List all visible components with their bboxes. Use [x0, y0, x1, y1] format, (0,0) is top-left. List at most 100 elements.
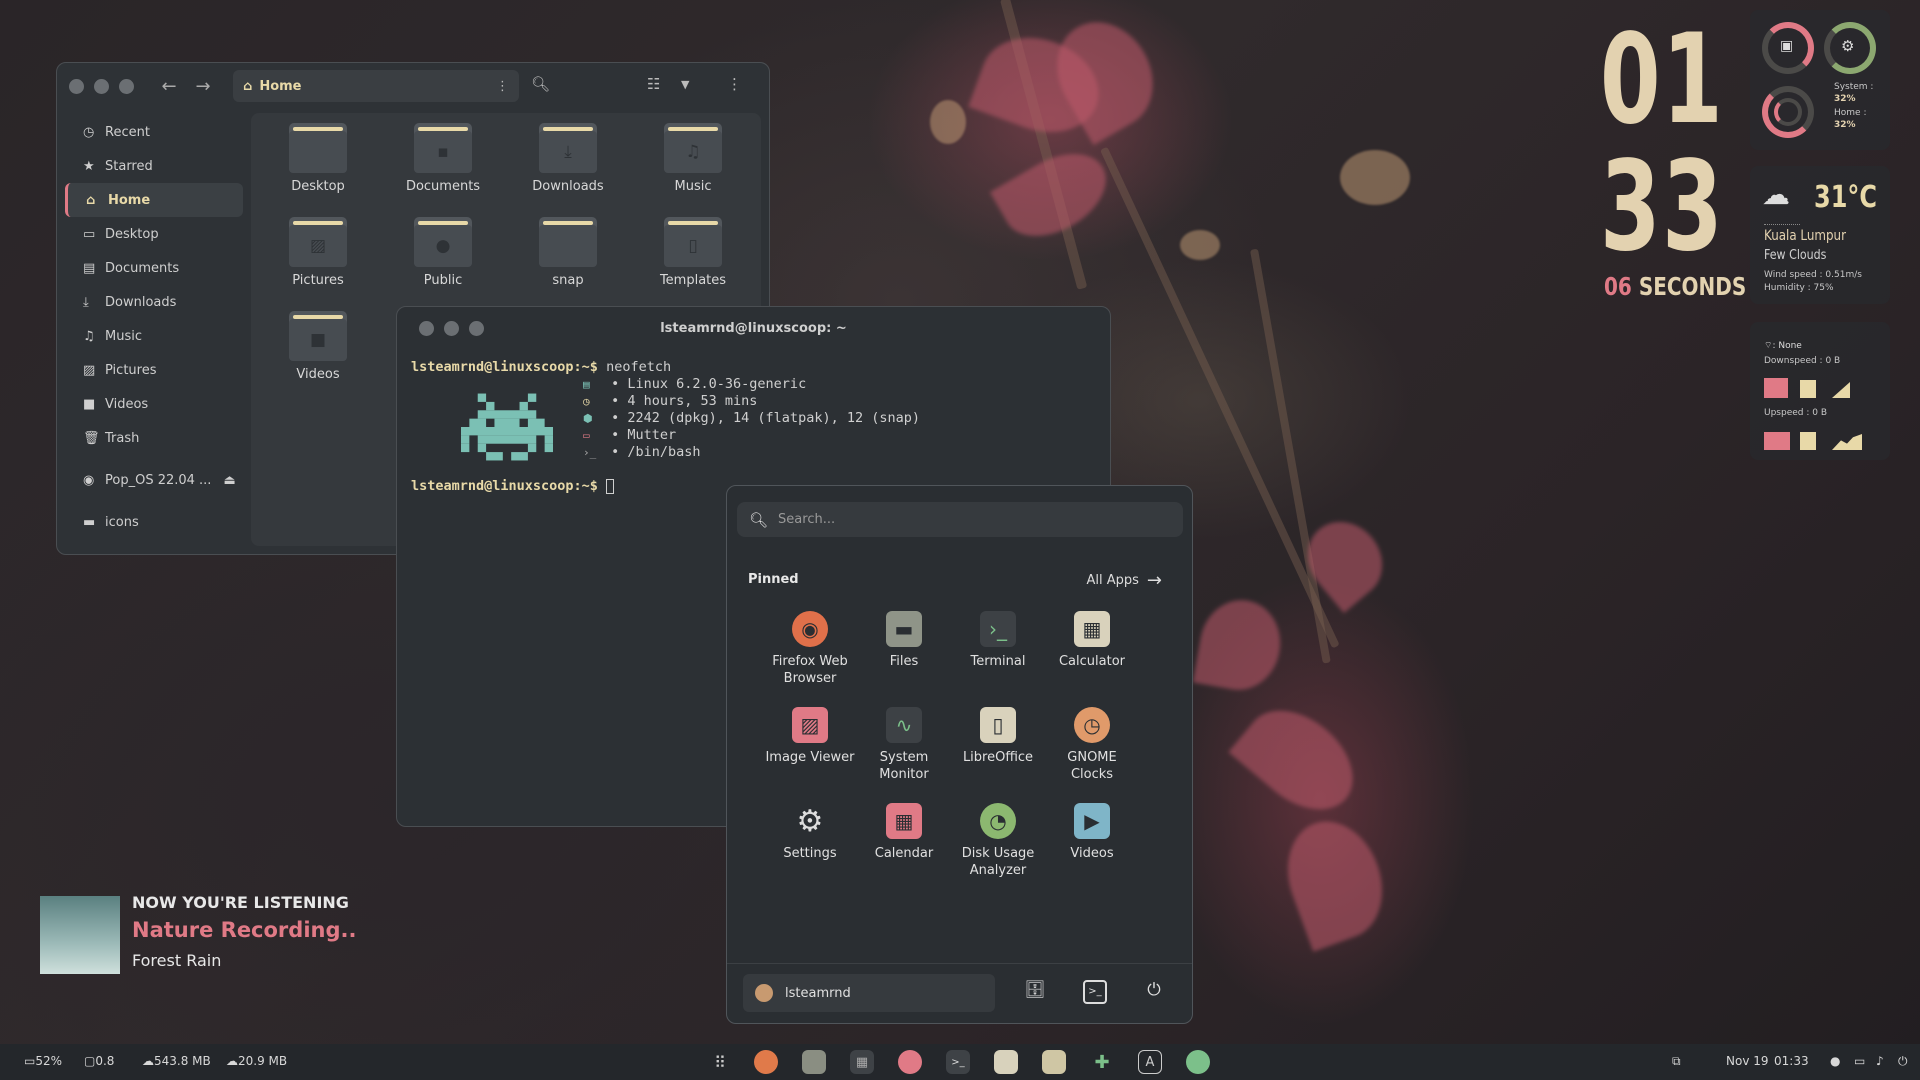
help-icon[interactable] — [898, 1050, 922, 1074]
search-icon: 🔍︎ — [749, 510, 769, 529]
disc-icon: ◉ — [83, 472, 95, 488]
app-calendar[interactable]: ▦ Calendar — [857, 803, 951, 862]
close-button[interactable] — [419, 320, 434, 336]
minimize-button[interactable] — [94, 78, 109, 94]
cloud-down-icon: ☁︎ — [226, 1054, 238, 1068]
app-system-monitor[interactable]: ∿ System Monitor — [857, 707, 951, 783]
path-label: Home — [259, 78, 302, 94]
folder-snap[interactable]: snap — [513, 217, 623, 288]
folder-videos[interactable]: ■ Videos — [263, 311, 373, 382]
all-apps-button[interactable]: All Apps → — [1086, 570, 1162, 591]
folder-label: Music — [674, 179, 712, 194]
folder-templates[interactable]: ▯ Templates — [638, 217, 748, 288]
files-icon[interactable] — [802, 1050, 826, 1074]
sidebar-item-home[interactable]: ⌂ Home — [65, 183, 243, 217]
app-grid-icon[interactable]: ⠿ — [708, 1050, 732, 1074]
minimize-button[interactable] — [444, 320, 459, 336]
app-disk-usage-analyzer[interactable]: ◔ Disk Usage Analyzer — [951, 803, 1045, 879]
maximize-button[interactable] — [469, 320, 484, 336]
extensions-icon[interactable]: ✚ — [1090, 1050, 1114, 1074]
picture-icon: ▨ — [83, 362, 96, 378]
sidebar-item-downloads[interactable]: ⤓ Downloads — [65, 285, 243, 319]
terminal-output[interactable]: lsteamrnd@linuxscoop:~$ neofetch ▤ • Lin… — [411, 359, 1100, 494]
volume-icon[interactable]: ♪ — [1876, 1054, 1884, 1068]
app-videos[interactable]: ▶ Videos — [1045, 803, 1139, 862]
app-firefox-web-browser[interactable]: ◉ Firefox Web Browser — [763, 611, 857, 687]
sidebar-item-trash[interactable]: 🗑︎ Trash — [65, 421, 243, 455]
sidebar-item-videos[interactable]: ■ Videos — [65, 387, 243, 421]
folder-music[interactable]: ♫ Music — [638, 123, 748, 194]
sidebar-item-icons[interactable]: ▬ icons — [65, 505, 243, 539]
folder-downloads[interactable]: ⤓ Downloads — [513, 123, 623, 194]
sidebar-item-pop-os-22-04[interactable]: ◉ Pop_OS 22.04 ... ⏏ — [65, 463, 243, 497]
track-title: Nature Recording.. — [132, 918, 357, 942]
eject-icon[interactable]: ⏏ — [223, 473, 235, 488]
maximize-button[interactable] — [119, 78, 134, 94]
workspace-icon[interactable]: ⧉ — [1672, 1054, 1681, 1069]
folder-desktop[interactable]: Desktop — [263, 123, 373, 194]
date-label[interactable]: Nov 19 — [1726, 1054, 1769, 1068]
files-icon[interactable]: 🗄︎ — [1023, 980, 1047, 1004]
sidebar-item-label: Music — [105, 328, 142, 344]
search-icon[interactable]: 🔍︎ — [531, 75, 550, 93]
forward-arrow-icon[interactable]: → — [186, 76, 220, 97]
disk-ring-inner — [1774, 98, 1802, 126]
user-button[interactable]: lsteamrnd — [743, 974, 995, 1012]
text-editor-icon[interactable]: A — [1138, 1050, 1162, 1074]
power-icon[interactable]: ⏻ — [1898, 1054, 1908, 1069]
terminal-title: lsteamrnd@linuxscoop: ~ — [660, 320, 847, 336]
neofetch-wm: ▭ • Mutter — [583, 427, 677, 443]
close-button[interactable] — [69, 78, 84, 94]
app-calculator[interactable]: ▦ Calculator — [1045, 611, 1139, 670]
search-input[interactable] — [778, 512, 1159, 527]
back-arrow-icon[interactable]: ← — [152, 76, 186, 97]
firefox-icon[interactable] — [754, 1050, 778, 1074]
disks-icon[interactable] — [994, 1050, 1018, 1074]
cursor — [606, 478, 615, 494]
app-gnome-clocks[interactable]: ◷ GNOME Clocks — [1045, 707, 1139, 783]
app-image-viewer[interactable]: ▨ Image Viewer — [763, 707, 857, 766]
home-icon: ⌂ — [86, 192, 96, 208]
terminal-icon[interactable]: >_ — [1083, 980, 1107, 1004]
calculator-icon[interactable]: ▦ — [850, 1050, 874, 1074]
path-menu-icon[interactable]: ⋮ — [496, 79, 509, 94]
app-label: Disk Usage Analyzer — [961, 846, 1035, 878]
menu-kebab-icon[interactable]: ⋮ — [727, 75, 742, 93]
app-terminal[interactable]: ›_ Terminal — [951, 611, 1045, 670]
chevron-down-icon[interactable]: ▼ — [681, 78, 689, 91]
app-label: Firefox Web Browser — [772, 654, 848, 686]
sidebar-item-pictures[interactable]: ▨ Pictures — [65, 353, 243, 387]
weather-desc: Few Clouds — [1764, 248, 1827, 263]
sidebar-item-documents[interactable]: ▤ Documents — [65, 251, 243, 285]
album-art[interactable] — [40, 896, 120, 974]
monitor-icon: ▢ — [84, 1054, 96, 1068]
time-label[interactable]: 01:33 — [1774, 1054, 1809, 1068]
sidebar-item-label: Pictures — [105, 362, 157, 378]
sidebar-item-recent[interactable]: ◷ Recent — [65, 115, 243, 149]
humidity: Humidity : 75% — [1764, 283, 1834, 293]
app-libreoffice[interactable]: ▯ LibreOffice — [951, 707, 1045, 766]
path-bar[interactable]: ⌂ Home ⋮ — [233, 70, 519, 102]
app-files[interactable]: ▬ Files — [857, 611, 951, 670]
folder-label: Pictures — [292, 273, 344, 288]
power-icon[interactable]: ⏻ — [1142, 980, 1166, 1004]
sidebar-item-music[interactable]: ♫ Music — [65, 319, 243, 353]
folder-label: Downloads — [532, 179, 604, 194]
folder-pictures[interactable]: ▨ Pictures — [263, 217, 373, 288]
display-icon[interactable]: ▭ — [1854, 1054, 1865, 1068]
status-dot-icon[interactable]: ● — [1830, 1054, 1840, 1068]
sidebar-item-label: Pop_OS 22.04 ... — [105, 472, 212, 488]
folder-documents[interactable]: ▪ Documents — [388, 123, 498, 194]
sidebar-item-label: icons — [105, 514, 139, 530]
cloud-up-icon: ☁︎ — [142, 1054, 154, 1068]
view-list-icon[interactable]: ☷ — [647, 75, 660, 93]
software-icon[interactable] — [1042, 1050, 1066, 1074]
app-settings[interactable]: ⚙︎ Settings — [763, 803, 857, 862]
folder-public[interactable]: ● Public — [388, 217, 498, 288]
sidebar-item-starred[interactable]: ★ Starred — [65, 149, 243, 183]
files-icon: ▬ — [886, 611, 922, 647]
terminal-icon[interactable]: >_ — [946, 1050, 970, 1074]
menu-search[interactable]: 🔍︎ — [737, 502, 1183, 537]
sidebar-item-desktop[interactable]: ▭ Desktop — [65, 217, 243, 251]
spotify-icon[interactable] — [1186, 1050, 1210, 1074]
